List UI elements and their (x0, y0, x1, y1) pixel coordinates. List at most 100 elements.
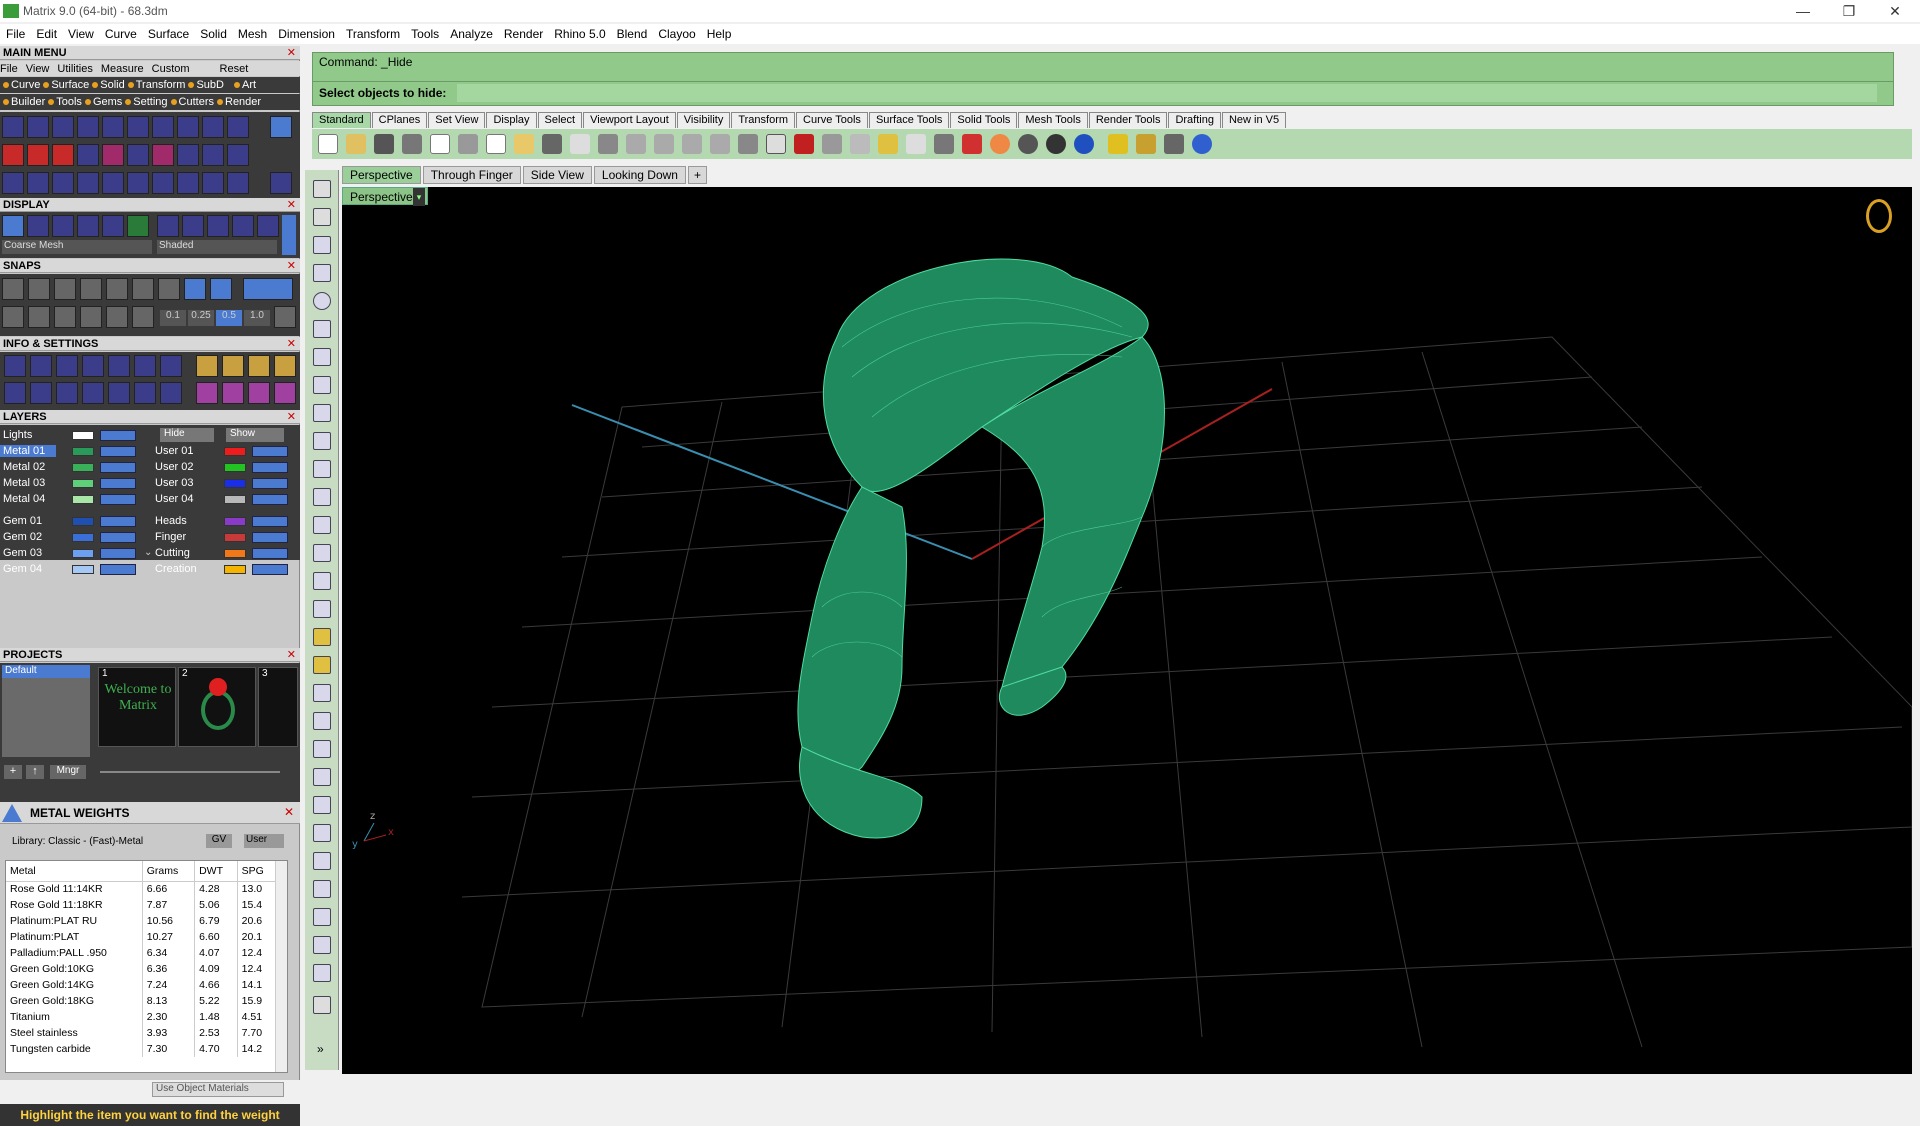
layer-controls[interactable] (252, 515, 288, 527)
select-arrow-icon[interactable] (313, 180, 331, 198)
menu-analyze[interactable]: Analyze (450, 27, 493, 41)
snap-step-1-0[interactable]: 1.0 (244, 310, 270, 326)
layer-controls[interactable] (100, 445, 136, 457)
info-box-icon[interactable] (222, 355, 244, 377)
tab-select[interactable]: Select (537, 112, 583, 128)
box-icon[interactable] (313, 516, 331, 534)
bulb-icon[interactable] (906, 134, 926, 154)
layer-row[interactable]: User 01 (152, 444, 288, 458)
settings-grid-icon[interactable] (1164, 134, 1184, 154)
tool-mirror-icon[interactable] (202, 172, 224, 194)
tool-grid-icon[interactable] (77, 172, 99, 194)
menu-clayoo[interactable]: Clayoo (658, 27, 695, 41)
new-file-icon[interactable] (318, 134, 338, 154)
tool-extrude-icon[interactable] (177, 172, 199, 194)
pan-hand-icon[interactable] (570, 134, 590, 154)
snap-mid-icon[interactable] (80, 278, 102, 300)
layer-lights-controls[interactable] (100, 429, 136, 441)
viewport-canvas[interactable]: z x y (342, 187, 1912, 1074)
surface-icon[interactable] (313, 460, 331, 478)
table-row[interactable]: Palladium:PALL .950 6.34 4.07 12.4 (6, 945, 279, 961)
layer-row[interactable]: Metal 04 (0, 492, 136, 506)
display-rendered-icon[interactable] (77, 215, 99, 237)
main-menu-solid[interactable]: Solid (100, 79, 124, 91)
dimension-icon[interactable] (313, 880, 331, 898)
tab-new-in-v5[interactable]: New in V5 (1221, 112, 1287, 128)
tool-cross2-icon[interactable] (27, 144, 49, 166)
info-star-icon[interactable] (222, 382, 244, 404)
table-row[interactable]: Green Gold:10KG 6.36 4.09 12.4 (6, 961, 279, 977)
fillet-icon[interactable] (313, 432, 331, 450)
expand-chevron-icon[interactable]: » (317, 1042, 324, 1056)
info-cube-icon[interactable] (56, 382, 78, 404)
main-menu-surface[interactable]: Surface (51, 79, 89, 91)
main-menu-art[interactable]: Art (242, 79, 256, 91)
layer-name[interactable]: Gem 01 (0, 515, 56, 527)
layer-name[interactable]: Metal 02 (0, 461, 56, 473)
layer-color-swatch[interactable] (72, 532, 94, 542)
snap-step-0-5[interactable]: 0.5 (216, 310, 242, 326)
tab-side-view[interactable]: Side View (522, 166, 592, 184)
tab-looking-down[interactable]: Looking Down (593, 166, 686, 184)
layer-controls[interactable] (252, 563, 288, 575)
close-icon[interactable]: ✕ (287, 46, 296, 60)
table-row[interactable]: Rose Gold 11:18KR 7.87 5.06 15.4 (6, 897, 279, 913)
layer-row[interactable]: Metal 01 (0, 444, 136, 458)
main-menu-setting[interactable]: Setting (133, 96, 167, 108)
layer-name[interactable]: Gem 02 (0, 531, 56, 543)
info-search-icon[interactable] (30, 355, 52, 377)
tool-ring-icon[interactable] (52, 116, 74, 138)
block-icon[interactable] (313, 964, 331, 982)
display-background-icon[interactable] (127, 215, 149, 237)
close-icon[interactable]: ✕ (287, 198, 296, 212)
layer-name[interactable]: Finger (152, 531, 208, 543)
close-icon[interactable]: ✕ (287, 259, 296, 273)
layer-row[interactable]: User 04 (152, 492, 288, 506)
minimize-button[interactable]: — (1780, 0, 1826, 22)
table-scrollbar[interactable] (275, 861, 287, 1072)
menu-solid[interactable]: Solid (200, 27, 227, 41)
menu-surface[interactable]: Surface (148, 27, 189, 41)
table-row[interactable]: Steel stainless 3.93 2.53 7.70 (6, 1025, 279, 1041)
display-ghost-icon[interactable] (27, 215, 49, 237)
layer-color-swatch[interactable] (224, 446, 246, 456)
display-wireframe-icon[interactable] (2, 215, 24, 237)
cut-icon[interactable] (458, 134, 478, 154)
info-ring-icon[interactable] (248, 382, 270, 404)
layer-row[interactable]: Gem 01 (0, 514, 136, 528)
info-man-icon[interactable] (274, 382, 296, 404)
drop-icon[interactable] (313, 740, 331, 758)
layer-name[interactable]: Creation (152, 563, 208, 575)
tool-arc-icon[interactable] (27, 172, 49, 194)
main-menu-cutters[interactable]: Cutters (179, 96, 214, 108)
metal-weights-table[interactable]: Metal Grams DWT SPG Rose Gold 11:14KR 6.6… (5, 860, 288, 1073)
layer-controls[interactable] (252, 461, 288, 473)
layers-show-button[interactable]: Show (226, 428, 284, 442)
layer-row[interactable]: Gem 03 (0, 546, 136, 560)
layer-lights[interactable]: Lights (0, 428, 136, 442)
rectangle-icon[interactable] (313, 376, 331, 394)
circle-icon[interactable] (313, 292, 331, 310)
snap-perp-icon[interactable] (106, 278, 128, 300)
grid-icon[interactable] (766, 134, 786, 154)
layer-color-swatch[interactable] (224, 548, 246, 558)
display-shaded-icon[interactable] (52, 215, 74, 237)
layer-controls[interactable] (252, 477, 288, 489)
sphere-blue-icon[interactable] (1074, 134, 1094, 154)
main-menu-builder[interactable]: Builder (11, 96, 45, 108)
snap-grid-icon[interactable] (210, 278, 232, 300)
perspective-viewport[interactable]: z x y Perspective ▾ (342, 187, 1912, 1074)
tool-shield-icon[interactable] (177, 116, 199, 138)
menu-curve[interactable]: Curve (105, 27, 137, 41)
snap-point-icon[interactable] (54, 278, 76, 300)
menu-help[interactable]: Help (707, 27, 732, 41)
tab-standard[interactable]: Standard (312, 112, 371, 128)
save-icon[interactable] (374, 134, 394, 154)
info-stack-icon[interactable] (82, 355, 104, 377)
tab-drafting[interactable]: Drafting (1168, 112, 1221, 128)
add-project-icon[interactable]: + (4, 765, 22, 779)
snap-step-0-25[interactable]: 0.25 (188, 310, 214, 326)
layer-row[interactable]: Creation (152, 562, 288, 576)
group-icon[interactable] (313, 908, 331, 926)
snap-cen-icon[interactable] (132, 278, 154, 300)
